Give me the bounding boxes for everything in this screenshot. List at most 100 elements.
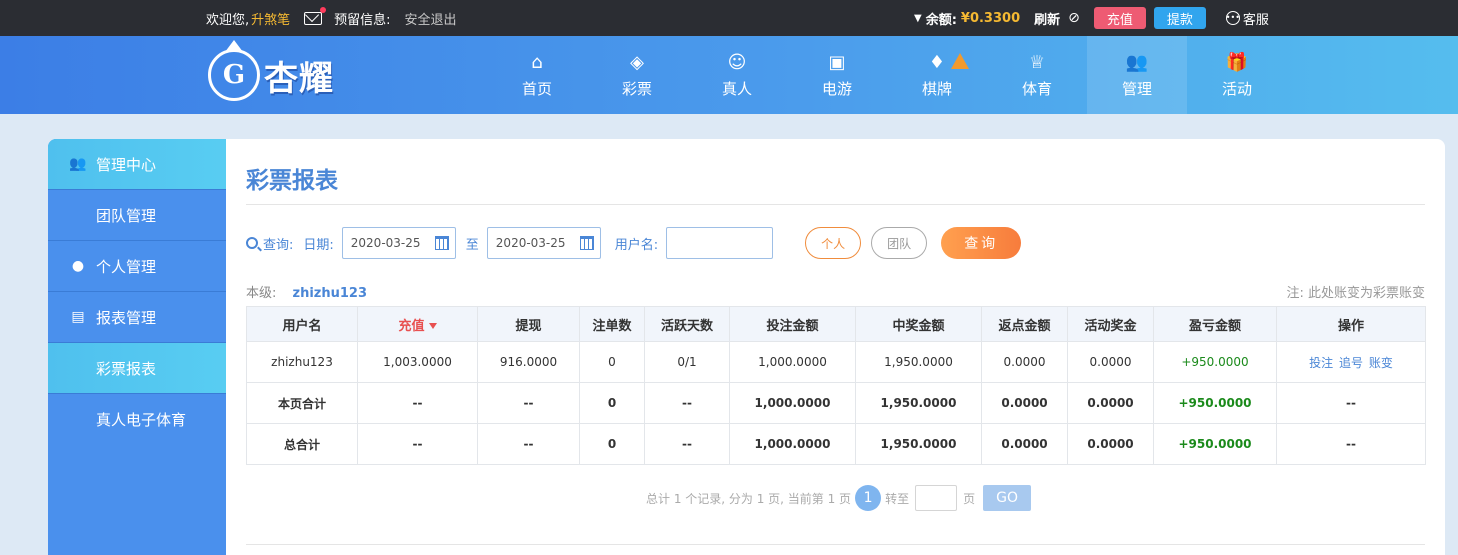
customer-service-label: 客服 bbox=[1242, 12, 1269, 28]
sidebar-item-live-esports[interactable]: 真人电子体育 bbox=[48, 394, 226, 445]
table-cell: 0.0000 bbox=[1067, 382, 1154, 424]
current-level: 本级: zhizhu123 bbox=[246, 286, 368, 301]
table-cell-actions: 投注 追号 账变 bbox=[1276, 341, 1426, 383]
table-cell: 0.0000 bbox=[1067, 423, 1154, 465]
sidebar-item-report-management[interactable]: ▤ 报表管理 bbox=[48, 292, 226, 343]
column-header: 活动奖金 bbox=[1067, 306, 1154, 342]
page-jump-input[interactable] bbox=[915, 485, 958, 511]
account-changes-link[interactable]: 账变 bbox=[1369, 356, 1393, 370]
personal-button[interactable]: 个人 bbox=[805, 227, 862, 259]
sidebar: 👥 管理中心 团队管理 ● 个人管理 ▤ 报表管理 彩票报表 真人电子体育 bbox=[48, 139, 226, 555]
search-icon bbox=[246, 237, 258, 249]
column-header: 用户名 bbox=[246, 306, 358, 342]
table-cell: -- bbox=[477, 382, 580, 424]
table-header-row: 用户名 充值 提现 注单数 活跃天数 投注金额 中奖金额 返点金额 活动奖金 盈… bbox=[246, 306, 1426, 342]
table-cell: 1,950.0000 bbox=[855, 341, 982, 383]
table-cell: -- bbox=[477, 423, 580, 465]
customer-service-link[interactable]: ••• 客服 bbox=[1226, 9, 1269, 28]
home-icon: ⌂ bbox=[531, 52, 543, 73]
bets-link[interactable]: 投注 bbox=[1309, 356, 1333, 370]
go-button[interactable]: GO bbox=[983, 485, 1032, 511]
site-logo[interactable]: G 杏耀 bbox=[208, 40, 358, 106]
nav-label: 彩票 bbox=[621, 80, 652, 98]
nav-item-sports[interactable]: ♕ 体育 bbox=[987, 36, 1087, 114]
username-link[interactable]: 升煞笔 bbox=[251, 9, 290, 28]
nav-label: 首页 bbox=[521, 80, 552, 98]
table-cell: -- bbox=[357, 382, 478, 424]
nav-label: 体育 bbox=[1021, 80, 1052, 98]
hot-badge-icon bbox=[950, 53, 969, 69]
sidebar-item-personal-management[interactable]: ● 个人管理 bbox=[48, 241, 226, 292]
nav-item-home[interactable]: ⌂ 首页 bbox=[487, 36, 587, 114]
table-cell-profit: +950.0000 bbox=[1153, 423, 1277, 465]
nav-label: 真人 bbox=[721, 80, 752, 98]
table-cell: 916.0000 bbox=[477, 341, 580, 383]
ticket-icon: ◈ bbox=[630, 52, 644, 73]
date-label: 日期: bbox=[303, 237, 334, 253]
nav-item-slots[interactable]: ▣ 电游 bbox=[787, 36, 887, 114]
calendar-icon[interactable] bbox=[579, 236, 594, 250]
table-cell: 总合计 bbox=[246, 423, 358, 465]
table-cell: 1,950.0000 bbox=[855, 382, 982, 424]
column-header: 中奖金额 bbox=[855, 306, 982, 342]
table-cell: -- bbox=[644, 423, 730, 465]
table-cell: zhizhu123 bbox=[246, 341, 358, 383]
calendar-icon[interactable] bbox=[434, 236, 449, 250]
team-button[interactable]: 团队 bbox=[871, 227, 928, 259]
logo-emblem-icon: G bbox=[208, 40, 260, 101]
content-panel: 彩票报表 查询: 日期: 2020-03-25 至 2020-03-25 用户名… bbox=[226, 139, 1445, 555]
page-unit-label: 页 bbox=[963, 491, 976, 506]
report-table: 用户名 充值 提现 注单数 活跃天数 投注金额 中奖金额 返点金额 活动奖金 盈… bbox=[246, 306, 1426, 465]
table-cell: -- bbox=[357, 423, 478, 465]
mail-icon[interactable] bbox=[304, 6, 327, 25]
nav-item-live[interactable]: ☺ 真人 bbox=[687, 36, 787, 114]
nav-item-cards[interactable]: ♦ 棋牌 bbox=[887, 36, 987, 114]
withdraw-button[interactable]: 提款 bbox=[1153, 7, 1206, 29]
sidebar-item-lottery-report[interactable]: 彩票报表 bbox=[48, 343, 226, 394]
query-button[interactable]: 查询 bbox=[941, 227, 1022, 259]
column-header-sortable[interactable]: 充值 bbox=[357, 306, 478, 342]
table-cell: 0 bbox=[579, 341, 645, 383]
table-cell: -- bbox=[1276, 423, 1426, 465]
page-number-current[interactable]: 1 bbox=[855, 485, 882, 511]
nav-item-promotions[interactable]: 🎁 活动 bbox=[1187, 36, 1287, 114]
column-header: 盈亏金额 bbox=[1153, 306, 1277, 342]
main-header: G 杏耀 ⌂ 首页 ◈ 彩票 ☺ 真人 ▣ 电游 ♦ 棋牌 ♕ 体育 👥 管理 … bbox=[0, 36, 1458, 114]
recharge-button[interactable]: 充值 bbox=[1093, 7, 1146, 29]
nav-item-manage[interactable]: 👥 管理 bbox=[1087, 36, 1187, 114]
column-header: 操作 bbox=[1276, 306, 1426, 342]
users-icon: 👥 bbox=[69, 156, 87, 172]
welcome-text: 欢迎您, bbox=[206, 12, 250, 28]
table-row-grand-total: 总合计 -- -- 0 -- 1,000.0000 1,950.0000 0.0… bbox=[246, 423, 1426, 465]
query-bar: 查询: 日期: 2020-03-25 至 2020-03-25 用户名: 个人 … bbox=[246, 227, 1022, 259]
top-bar-left: 欢迎您, 升煞笔 预留信息: 安全退出 bbox=[206, 0, 457, 36]
top-bar: 欢迎您, 升煞笔 预留信息: 安全退出 ▼ 余额: ¥0.3300 刷新 ⊘ 充… bbox=[0, 0, 1458, 36]
page-title: 彩票报表 bbox=[246, 168, 338, 194]
table-cell: -- bbox=[644, 382, 730, 424]
date-range-separator: 至 bbox=[465, 237, 479, 253]
balance-value: ¥0.3300 bbox=[960, 10, 1021, 26]
divider bbox=[246, 204, 1425, 205]
query-label: 查询: bbox=[246, 234, 293, 253]
nav-item-lottery[interactable]: ◈ 彩票 bbox=[587, 36, 687, 114]
sidebar-item-management-center[interactable]: 👥 管理中心 bbox=[48, 139, 226, 190]
logo-text: 杏耀 bbox=[264, 58, 334, 99]
table-cell: 0.0000 bbox=[981, 382, 1068, 424]
date-from-input[interactable]: 2020-03-25 bbox=[341, 227, 456, 259]
column-header: 提现 bbox=[477, 306, 580, 342]
chase-link[interactable]: 追号 bbox=[1339, 356, 1363, 370]
sidebar-item-team-management[interactable]: 团队管理 bbox=[48, 190, 226, 241]
refresh-link[interactable]: 刷新 bbox=[1034, 9, 1060, 28]
trophy-icon: ♕ bbox=[1028, 52, 1046, 73]
chevron-down-icon[interactable]: ▼ bbox=[914, 13, 922, 24]
level-username[interactable]: zhizhu123 bbox=[293, 286, 368, 301]
date-to-input[interactable]: 2020-03-25 bbox=[486, 227, 601, 259]
logout-link[interactable]: 安全退出 bbox=[405, 9, 457, 28]
table-cell-profit: +950.0000 bbox=[1153, 382, 1277, 424]
table-cell: 1,000.0000 bbox=[729, 382, 856, 424]
username-label: 用户名: bbox=[614, 237, 659, 253]
top-bar-right: ▼ 余额: ¥0.3300 刷新 ⊘ 充值 提款 ••• 客服 bbox=[914, 0, 1269, 36]
username-input[interactable] bbox=[666, 227, 774, 259]
hide-balance-icon[interactable]: ⊘ bbox=[1068, 10, 1080, 26]
gift-icon: 🎁 bbox=[1225, 52, 1249, 73]
